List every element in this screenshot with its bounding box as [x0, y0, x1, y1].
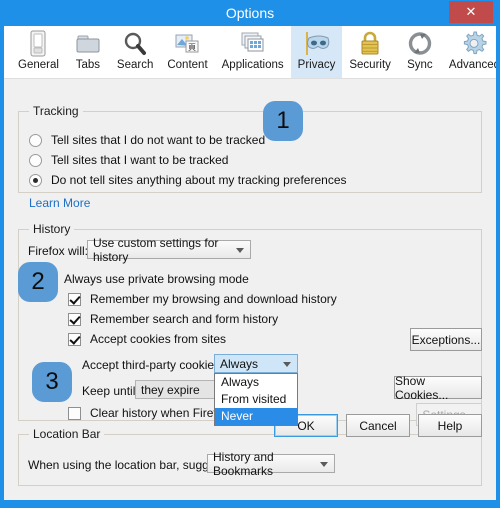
- option-label: Tell sites that I want to be tracked: [51, 153, 229, 167]
- content-icon: 頁: [173, 29, 203, 58]
- tab-label: Tabs: [75, 59, 101, 71]
- firefox-will-label: Firefox will:: [28, 244, 89, 258]
- tracking-group-title: Tracking: [29, 104, 83, 118]
- cancel-button[interactable]: Cancel: [346, 414, 410, 437]
- checkbox-label: Accept cookies from sites: [90, 332, 227, 346]
- sync-icon: [405, 29, 435, 58]
- checkbox-remember-search-form[interactable]: Remember search and form history: [68, 312, 278, 326]
- radio-icon[interactable]: [29, 133, 42, 147]
- button-label: Help: [437, 418, 463, 433]
- tab-applications[interactable]: Applications: [215, 26, 291, 78]
- button-label: Show Cookies...: [395, 373, 449, 402]
- title-bar: Options ✕: [0, 0, 500, 26]
- third-party-cookies-label: Accept third-party cookies:: [82, 358, 224, 372]
- svg-text:頁: 頁: [188, 43, 196, 52]
- show-cookies-button[interactable]: Show Cookies...: [394, 373, 482, 402]
- third-party-cookies-select[interactable]: Always: [214, 354, 298, 373]
- tab-label: Security: [349, 59, 391, 71]
- options-window: Options ✕ General Tabs Search 頁 Content …: [0, 0, 500, 508]
- tracking-option-do-not-track[interactable]: Tell sites that I do not want to be trac…: [29, 133, 265, 147]
- help-button[interactable]: Help: [418, 414, 482, 437]
- tab-advanced[interactable]: Advanced: [442, 26, 496, 78]
- chevron-down-icon: [283, 361, 291, 367]
- button-label: Exceptions...: [411, 332, 481, 347]
- private-browsing-label: Always use private browsing mode: [64, 272, 249, 286]
- callout-badge-1: 1: [263, 101, 303, 141]
- checkbox-label: Remember my browsing and download histor…: [90, 292, 337, 306]
- tabs-icon: [73, 29, 103, 58]
- exceptions-button[interactable]: Exceptions...: [410, 328, 482, 351]
- learn-more-link[interactable]: Learn More: [29, 196, 90, 210]
- checkbox-label: Remember search and form history: [90, 312, 279, 326]
- dropdown-option-always[interactable]: Always: [215, 374, 297, 391]
- firefox-will-select[interactable]: Use custom settings for history: [87, 236, 251, 264]
- general-icon: [23, 29, 53, 58]
- radio-icon[interactable]: [29, 153, 42, 167]
- lock-icon: [355, 29, 385, 58]
- tab-general[interactable]: General: [11, 26, 66, 78]
- tracking-option-no-preference[interactable]: Do not tell sites anything about my trac…: [29, 173, 347, 187]
- location-bar-suggest-select[interactable]: History and Bookmarks: [207, 450, 335, 478]
- chevron-down-icon: [320, 461, 328, 467]
- callout-badge-2: 2: [18, 262, 58, 302]
- client-area: General Tabs Search 頁 Content Applicatio…: [4, 26, 496, 500]
- tab-content[interactable]: 頁 Content: [160, 26, 214, 78]
- tracking-option-allow-track[interactable]: Tell sites that I want to be tracked: [29, 153, 228, 167]
- chevron-down-icon: [236, 247, 244, 253]
- dropdown-option-never[interactable]: Never: [215, 408, 297, 425]
- radio-icon[interactable]: [29, 173, 42, 187]
- tab-search[interactable]: Search: [110, 26, 160, 78]
- keep-until-label: Keep until:: [82, 384, 139, 398]
- tab-label: Sync: [407, 59, 433, 71]
- callout-badge-3: 3: [32, 362, 72, 402]
- tab-sync[interactable]: Sync: [398, 26, 442, 78]
- checkbox-icon[interactable]: [68, 312, 81, 326]
- tab-label: General: [18, 59, 59, 71]
- tab-privacy[interactable]: Privacy: [290, 26, 343, 78]
- tab-label: Applications: [221, 59, 284, 71]
- gear-icon: [459, 29, 489, 58]
- suggest-value: History and Bookmarks: [213, 449, 274, 478]
- third-party-cookies-value: Always: [220, 356, 259, 371]
- tab-security[interactable]: Security: [342, 26, 398, 78]
- button-label: OK: [297, 418, 315, 433]
- checkbox-remember-browsing[interactable]: Remember my browsing and download histor…: [68, 292, 337, 306]
- search-icon: [120, 29, 150, 58]
- checkbox-accept-cookies[interactable]: Accept cookies from sites: [68, 332, 226, 346]
- keep-until-value: they expire: [141, 382, 200, 397]
- option-label: Do not tell sites anything about my trac…: [51, 173, 347, 187]
- tab-strip: General Tabs Search 頁 Content Applicatio…: [4, 26, 496, 79]
- option-label: Tell sites that I do not want to be trac…: [51, 133, 266, 147]
- close-icon[interactable]: ✕: [449, 1, 493, 23]
- privacy-mask-icon: [302, 29, 332, 58]
- tab-label: Advanced: [448, 59, 496, 71]
- tab-label: Search: [116, 59, 154, 71]
- history-group-title: History: [29, 222, 75, 236]
- location-bar-suggest-label: When using the location bar, suggest:: [28, 458, 229, 472]
- checkbox-icon[interactable]: [68, 292, 81, 306]
- firefox-will-value: Use custom settings for history: [93, 235, 219, 264]
- tab-tabs[interactable]: Tabs: [66, 26, 110, 78]
- tab-label: Content: [167, 59, 208, 71]
- dropdown-option-from-visited[interactable]: From visited: [215, 391, 297, 408]
- button-label: Cancel: [359, 418, 397, 433]
- applications-icon: [238, 29, 268, 58]
- checkbox-icon[interactable]: [68, 332, 81, 346]
- window-title: Options: [225, 5, 275, 21]
- third-party-cookies-dropdown[interactable]: Always From visited Never: [214, 373, 298, 426]
- tab-label: Privacy: [297, 59, 336, 71]
